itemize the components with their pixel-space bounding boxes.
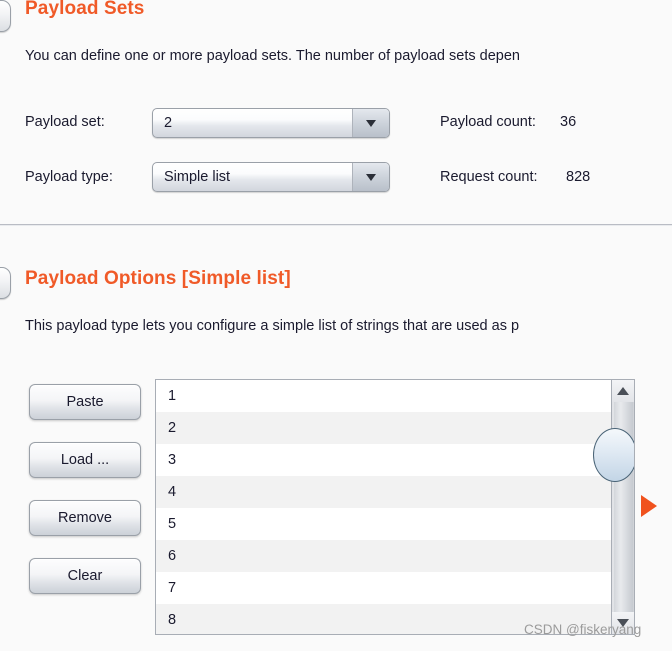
payload-type-label: Payload type: (25, 169, 113, 185)
list-item[interactable]: 5 (156, 508, 611, 540)
payload-set-dropdown[interactable]: 2 (152, 108, 390, 138)
payload-type-dropdown-arrow-button[interactable] (352, 163, 389, 191)
payload-sets-help-button[interactable] (0, 0, 11, 32)
payload-type-value: Simple list (164, 169, 231, 185)
chevron-down-icon (366, 174, 376, 181)
payload-options-heading: Payload Options [Simple list] (25, 268, 291, 289)
payload-set-value: 2 (164, 115, 173, 131)
request-count-value: 828 (566, 169, 591, 185)
payload-list-box[interactable]: 1 2 3 4 5 6 7 8 (155, 379, 635, 635)
payload-list[interactable]: 1 2 3 4 5 6 7 8 (156, 380, 611, 634)
list-item[interactable]: 7 (156, 572, 611, 604)
load-button[interactable]: Load ... (29, 442, 141, 478)
list-item[interactable]: 3 (156, 444, 611, 476)
scrollbar-thumb[interactable] (593, 428, 634, 482)
payload-sets-heading: Payload Sets (25, 0, 145, 19)
watermark-text: CSDN @fiskeryang (524, 622, 642, 637)
list-item[interactable]: 1 (156, 380, 611, 412)
payload-sets-description: You can define one or more payload sets.… (25, 48, 520, 64)
scrollbar-track[interactable] (593, 402, 634, 612)
clear-button[interactable]: Clear (29, 558, 141, 594)
list-item[interactable]: 2 (156, 412, 611, 444)
payload-count-value: 36 (560, 114, 577, 130)
request-count-label: Request count: (440, 169, 538, 185)
payload-options-help-button[interactable] (0, 267, 11, 299)
list-item[interactable]: 4 (156, 476, 611, 508)
payload-set-label: Payload set: (25, 114, 105, 130)
payload-count-label: Payload count: (440, 114, 536, 130)
scroll-up-button[interactable] (612, 380, 634, 402)
section-divider (0, 224, 672, 226)
chevron-down-icon (366, 120, 376, 127)
list-item[interactable]: 6 (156, 540, 611, 572)
triangle-right-icon (641, 495, 657, 517)
payload-options-description: This payload type lets you configure a s… (25, 318, 520, 334)
paste-button[interactable]: Paste (29, 384, 141, 420)
payload-set-dropdown-arrow-button[interactable] (352, 109, 389, 137)
triangle-up-icon (617, 387, 629, 395)
payload-type-dropdown[interactable]: Simple list (152, 162, 390, 192)
remove-button[interactable]: Remove (29, 500, 141, 536)
payload-list-scrollbar[interactable] (593, 380, 634, 634)
